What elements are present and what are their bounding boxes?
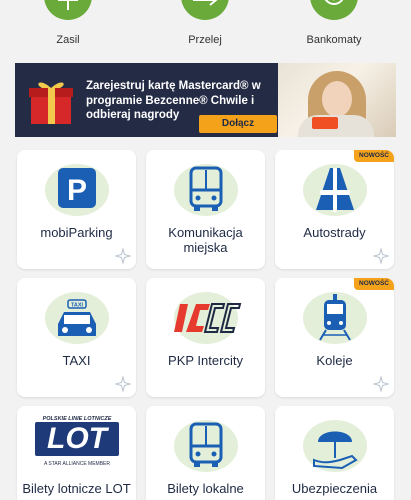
tile-city-transport[interactable]: Komunikacja miejska [146, 150, 265, 269]
tile-mobiparking[interactable]: P mobiParking [17, 150, 136, 269]
tile-local-tickets[interactable]: Bilety lokalne [146, 406, 265, 500]
tile-label: Ubezpieczenia [291, 481, 378, 496]
svg-text:TAXI: TAXI [71, 303, 84, 309]
svg-text:$: $ [330, 0, 338, 2]
gift-icon [28, 76, 74, 126]
quick-actions-row: Zasil Przelej $ Bankomaty [0, 0, 411, 56]
favorite-star-icon[interactable] [114, 375, 132, 393]
join-button[interactable]: Dołącz [199, 115, 277, 133]
favorite-star-icon[interactable] [372, 375, 390, 393]
mastercard-card-image [312, 117, 338, 129]
favorite-star-icon[interactable] [372, 247, 390, 265]
bus-icon [183, 162, 229, 214]
tile-label: mobiParking [40, 225, 113, 240]
intercity-logo [166, 298, 246, 334]
quick-action-label: Przelej [188, 34, 222, 46]
tile-label: Komunikacja miejska [168, 225, 243, 255]
tile-label: Koleje [316, 353, 353, 368]
tile-railways[interactable]: NOWOŚĆ Koleje [275, 278, 394, 397]
tile-pkp-intercity[interactable]: PKP Intercity [146, 278, 265, 397]
tile-label: Bilety lokalne [167, 481, 244, 496]
banner-photo [278, 63, 396, 137]
tile-label: Autostrady [303, 225, 366, 240]
highway-icon [312, 162, 358, 214]
promo-banner[interactable]: Zarejestruj kartę Mastercard® w programi… [15, 63, 396, 137]
dollar-coin-icon: $ [310, 0, 358, 20]
tile-label: Bilety lotnicze LOT [22, 481, 131, 496]
arrow-right-icon [181, 0, 229, 20]
train-icon [312, 290, 358, 342]
new-badge: NOWOŚĆ [354, 150, 394, 162]
tile-label: TAXI [62, 353, 91, 368]
parking-icon: P [54, 162, 100, 214]
lot-logo-bottom-text: A STAR ALLIANCE MEMBER [43, 461, 111, 467]
tile-insurance[interactable]: Ubezpieczenia [275, 406, 394, 500]
quick-action-label: Bankomaty [306, 34, 362, 46]
favorite-star-icon[interactable] [114, 247, 132, 265]
quick-action-label: Zasil [56, 34, 80, 46]
taxi-icon: TAXI [54, 290, 100, 342]
lot-logo: POLSKIE LINIE LOTNICZE LOT A STAR ALLIAN… [31, 414, 123, 472]
bus-icon [183, 418, 229, 470]
tile-label: PKP Intercity [168, 353, 243, 368]
plus-icon [44, 0, 92, 20]
tile-taxi[interactable]: TAXI TAXI [17, 278, 136, 397]
tile-lot-flights[interactable]: POLSKIE LINIE LOTNICZE LOT A STAR ALLIAN… [17, 406, 136, 500]
lot-logo-word: LOT [35, 422, 119, 456]
new-badge: NOWOŚĆ [354, 278, 394, 290]
svg-text:P: P [67, 174, 87, 207]
umbrella-hand-icon [312, 418, 358, 470]
tile-highways[interactable]: NOWOŚĆ Autostrady [275, 150, 394, 269]
